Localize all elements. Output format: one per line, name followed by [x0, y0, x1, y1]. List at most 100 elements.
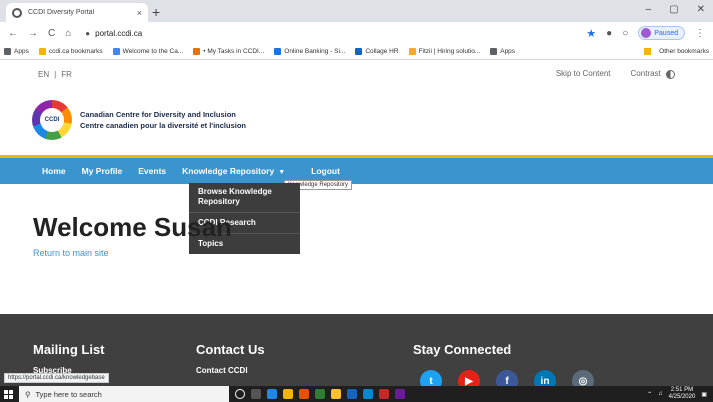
windows-start-icon[interactable]: [4, 389, 13, 399]
mailing-list-heading: Mailing List: [33, 342, 105, 357]
edge-icon[interactable]: [267, 389, 277, 399]
system-tray: ⌃ ♫ 2:51 PM 4/25/2020 ▣: [647, 387, 713, 401]
contact-us-heading: Contact Us: [196, 342, 265, 357]
bookmark-favicon-icon: [355, 48, 363, 55]
nav-events[interactable]: Events: [138, 166, 166, 176]
outlook-icon[interactable]: [347, 389, 357, 399]
bookmark-label: Fitzii | Hiring solutio...: [418, 48, 481, 55]
file-explorer-icon[interactable]: [331, 389, 341, 399]
contact-ccdi-link[interactable]: Contact CCDI: [196, 366, 248, 375]
contrast-label: Contrast: [630, 69, 661, 79]
windows-taskbar: ⚲ Type here to search ⌃ ♫ 2:51 PM 4/25/2…: [0, 386, 713, 402]
brand-name-fr: Centre canadien pour la diversité et l'i…: [80, 121, 246, 130]
bookmark-item[interactable]: Fitzii | Hiring solutio...: [408, 48, 481, 55]
bookmark-label: • My Tasks in CCDI...: [203, 48, 265, 55]
teams-icon[interactable]: [395, 389, 405, 399]
notifications-icon[interactable]: ▣: [701, 391, 707, 398]
nav-logout[interactable]: Logout: [311, 166, 340, 176]
url-text: portal.ccdi.ca: [95, 28, 143, 38]
window-controls: – ▢ ✕: [646, 4, 705, 15]
browser-menu-icon[interactable]: ⋮: [695, 28, 705, 39]
bookmark-favicon-icon: [408, 48, 416, 55]
lang-fr-link[interactable]: FR: [61, 70, 72, 79]
lang-separator: |: [54, 69, 57, 79]
return-to-main-site-link[interactable]: Return to main site: [33, 248, 109, 258]
site-brand[interactable]: CCDI Canadian Centre for Diversity and I…: [32, 100, 246, 140]
main-nav: Home My Profile Events Knowledge Reposit…: [0, 155, 713, 184]
avatar: [641, 28, 652, 38]
bookmark-label: Apps: [14, 48, 29, 55]
lang-en-link[interactable]: EN: [38, 70, 49, 79]
contrast-icon: [666, 69, 675, 79]
excel-icon[interactable]: [315, 389, 325, 399]
chrome-icon[interactable]: [283, 389, 293, 399]
bookmark-favicon-icon: [274, 48, 282, 55]
folder-icon: [644, 48, 652, 55]
bookmark-star-icon[interactable]: ★: [586, 27, 596, 40]
new-tab-button[interactable]: +: [152, 4, 160, 20]
page-title: Welcome Susan: [33, 212, 232, 242]
bookmark-item[interactable]: Welcome to the Ca...: [112, 48, 184, 55]
clock-time: 2:51 PM: [670, 387, 694, 393]
volume-icon[interactable]: ♫: [658, 391, 663, 397]
bookmark-favicon-icon: [193, 48, 201, 55]
stay-connected-heading: Stay Connected: [413, 342, 512, 357]
search-icon: ⚲: [25, 389, 31, 399]
clock-date: 4/25/2020: [668, 394, 696, 400]
bookmark-favicon-icon: [38, 48, 46, 55]
maximize-button[interactable]: ▢: [669, 4, 678, 15]
nav-home[interactable]: Home: [42, 166, 66, 176]
close-tab-icon[interactable]: ×: [137, 8, 142, 18]
nav-knowledge-label: Knowledge Repository: [182, 166, 275, 176]
status-bar-url: https://portal.ccdi.ca/knowledgebase: [4, 373, 109, 383]
brand-name-en: Canadian Centre for Diversity and Inclus…: [80, 110, 236, 119]
back-button[interactable]: ←: [8, 28, 18, 39]
reload-button[interactable]: C: [48, 28, 55, 39]
nav-knowledge-repository[interactable]: Knowledge Repository ▼: [182, 166, 285, 176]
acrobat-icon[interactable]: [379, 389, 389, 399]
tab-title: CCDI Diversity Portal: [28, 9, 95, 16]
extension-icon[interactable]: ●: [606, 28, 612, 39]
other-bookmarks[interactable]: Other bookmarks: [644, 48, 709, 55]
bookmark-label: ccdi.ca bookmarks: [48, 48, 103, 55]
skip-to-content-link[interactable]: Skip to Content: [556, 69, 611, 78]
minimize-button[interactable]: –: [646, 4, 652, 15]
browser-tabstrip: CCDI Diversity Portal × + – ▢ ✕: [0, 0, 713, 22]
url-field[interactable]: ● portal.ccdi.ca: [85, 29, 142, 38]
firefox-icon[interactable]: [299, 389, 309, 399]
profile-button[interactable]: Paused: [638, 26, 685, 40]
logo-text: CCDI: [40, 108, 64, 132]
taskbar-search-input[interactable]: ⚲ Type here to search: [19, 386, 229, 402]
bookmark-item[interactable]: • My Tasks in CCDI...: [193, 48, 264, 55]
profile-status: Paused: [654, 29, 678, 37]
bookmark-item[interactable]: Apps: [490, 48, 515, 55]
bookmark-item[interactable]: Apps: [4, 48, 29, 55]
nav-my-profile[interactable]: My Profile: [82, 166, 123, 176]
task-view-icon[interactable]: [251, 389, 261, 399]
menu-item-browse-knowledge[interactable]: Browse Knowledge Repository: [189, 183, 300, 213]
bookmark-favicon-icon: [490, 48, 498, 55]
close-window-button[interactable]: ✕: [697, 4, 705, 15]
bookmark-item[interactable]: Collage HR: [355, 48, 399, 55]
bookmarks-bar: Apps ccdi.ca bookmarks Welcome to the Ca..…: [0, 44, 713, 60]
tray-up-icon[interactable]: ⌃: [647, 391, 652, 398]
extension-circle-icon[interactable]: ○: [622, 28, 628, 39]
lock-icon: ●: [85, 28, 91, 38]
bookmark-item[interactable]: ccdi.ca bookmarks: [38, 48, 103, 55]
address-bar-row: ← → C ⌂ ● portal.ccdi.ca ★ ● ○ Paused ⋮: [0, 22, 713, 44]
bookmark-label: Collage HR: [365, 48, 399, 55]
cortana-icon[interactable]: [235, 389, 245, 399]
bookmark-label: Welcome to the Ca...: [122, 48, 184, 55]
bookmark-item[interactable]: Online Banking - Si...: [274, 48, 345, 55]
chevron-down-icon: ▼: [278, 169, 286, 176]
taskbar-search-placeholder: Type here to search: [35, 389, 102, 399]
bookmark-favicon-icon: [4, 48, 11, 55]
bookmark-favicon-icon: [112, 48, 120, 55]
browser-tab[interactable]: CCDI Diversity Portal ×: [6, 3, 148, 22]
home-button[interactable]: ⌂: [65, 28, 71, 39]
word-icon[interactable]: [363, 389, 373, 399]
forward-button[interactable]: →: [28, 28, 38, 39]
site-favicon-icon: [12, 7, 22, 18]
contrast-toggle[interactable]: Contrast: [630, 69, 675, 79]
taskbar-clock[interactable]: 2:51 PM 4/25/2020: [669, 387, 696, 401]
